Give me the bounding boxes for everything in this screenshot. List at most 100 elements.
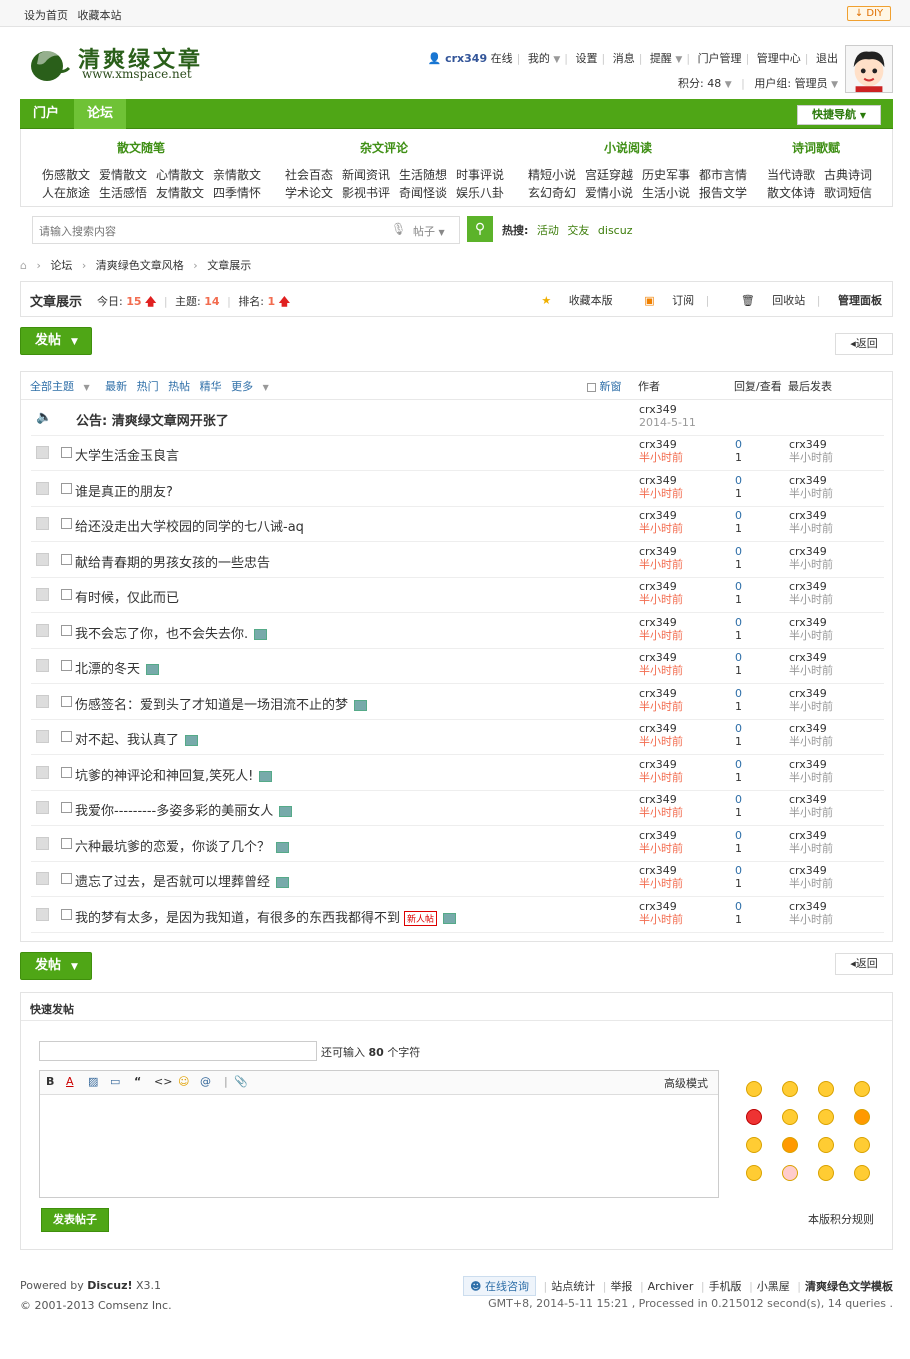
admin-center-link[interactable]: 管理中心 [757, 52, 801, 65]
thread-icon[interactable] [36, 907, 49, 921]
subnav-link[interactable]: 歌词短信 [824, 186, 872, 200]
thread-checkbox[interactable] [61, 518, 72, 529]
paperclip-icon[interactable]: 📎 [234, 1075, 248, 1088]
breadcrumb-link[interactable]: 清爽绿色文章风格 [96, 259, 184, 272]
sad-smiley-icon[interactable] [782, 1081, 798, 1097]
subnav-link[interactable]: 精短小说 [528, 168, 576, 182]
attachment-image-icon[interactable]: ▭ [110, 1075, 120, 1088]
recycle-bin-button[interactable]: 🗑 回收站 [727, 294, 805, 307]
font-color-icon[interactable]: A [66, 1075, 74, 1088]
subnav-link[interactable]: 古典诗词 [824, 168, 872, 182]
submit-post-button[interactable]: 发表帖子 [41, 1208, 109, 1232]
subnav-heading[interactable]: 散文随笔 [117, 139, 165, 156]
checkbox[interactable] [587, 382, 596, 392]
new-post-button[interactable]: 发帖 ▼ [20, 327, 92, 355]
mobile-link[interactable]: 手机版 [709, 1280, 742, 1293]
subnav-link[interactable]: 友情散文 [156, 186, 204, 200]
subnav-link[interactable]: 报告文学 [699, 186, 747, 200]
table-row[interactable]: 六种最坑爹的恋爱，你谈了几个？ crx349 半小时前 0 1 crx349 半小时前 [31, 827, 884, 862]
subject-input[interactable] [39, 1041, 317, 1061]
thread-title[interactable]: 六种最坑爹的恋爱，你谈了几个？ [75, 836, 290, 855]
subnav-link[interactable]: 当代诗歌 [767, 168, 815, 182]
thread-title[interactable]: 有时候，仅此而已 [75, 587, 179, 606]
table-row[interactable]: 我爱你---------多姿多彩的美丽女人 crx349 半小时前 0 1 crx349 半… [31, 791, 884, 826]
new-window-toggle[interactable]: 新窗 [587, 378, 622, 394]
username-link[interactable]: crx349 [445, 52, 487, 65]
subnav-heading[interactable]: 小说阅读 [604, 139, 652, 156]
quick-nav-button[interactable]: 快捷导航 ▼ [797, 105, 881, 125]
shock-smiley-icon[interactable] [782, 1165, 798, 1181]
hot-search-link[interactable]: 交友 [567, 224, 589, 237]
image-icon[interactable]: ▨ [88, 1075, 98, 1088]
smiley-icon[interactable] [746, 1081, 762, 1097]
filter-latest[interactable]: 最新 [105, 380, 127, 393]
table-row[interactable]: 有时候，仅此而已 crx349 半小时前 0 1 crx349 半小时前 [31, 578, 884, 613]
thread-checkbox[interactable] [61, 589, 72, 600]
thread-icon[interactable] [36, 659, 49, 672]
subnav-link[interactable]: 新闻资讯 [342, 168, 390, 182]
thread-checkbox[interactable] [61, 482, 72, 494]
thread-icon[interactable] [36, 588, 49, 601]
smiley-icon[interactable] [818, 1081, 834, 1097]
thread-checkbox[interactable] [61, 766, 72, 778]
subnav-link[interactable]: 散文体诗 [767, 186, 815, 200]
breadcrumb-current[interactable]: 文章展示 [207, 259, 251, 272]
thread-checkbox[interactable] [61, 908, 72, 920]
filter-more[interactable]: 更多 ▼ [231, 380, 275, 393]
thread-checkbox[interactable] [61, 731, 72, 742]
thread-icon[interactable] [36, 730, 49, 743]
at-icon[interactable]: @ [200, 1075, 211, 1088]
filter-hot[interactable]: 热门 [137, 380, 159, 393]
wink-smiley-icon[interactable] [782, 1137, 798, 1153]
subnav-link[interactable]: 伤感散文 [42, 168, 90, 182]
report-link[interactable]: 举报 [610, 1280, 632, 1293]
logo-icon[interactable] [27, 44, 73, 84]
favorite-forum-button[interactable]: ★ 收藏本版 [527, 294, 612, 307]
user-group-menu[interactable]: 用户组: 管理员 [754, 77, 827, 90]
bold-icon[interactable]: B [46, 1075, 54, 1088]
subnav-link[interactable]: 生活随想 [399, 168, 447, 182]
tongue-smiley-icon[interactable] [854, 1109, 870, 1125]
subnav-link[interactable]: 人在旅途 [42, 186, 90, 200]
thread-checkbox[interactable] [61, 802, 72, 813]
forum-credit-rules-link[interactable]: 本版积分规则 [808, 1211, 874, 1227]
forum-title[interactable]: 文章展示 [30, 291, 82, 310]
filter-hot-threads[interactable]: 热帖 [168, 380, 190, 393]
table-row[interactable]: 坑爹的神评论和神回复,笑死人! crx349 半小时前 0 1 crx349 半小时前 [31, 756, 884, 791]
portal-mgmt-link[interactable]: 门户管理 [698, 52, 742, 65]
thread-title[interactable]: 我爱你---------多姿多彩的美丽女人 [75, 800, 293, 819]
table-row[interactable]: 我不会忘了你，也不会失去你. crx349 半小时前 0 1 crx349 半小时前 [31, 614, 884, 649]
points-menu[interactable]: 积分: 48 [678, 77, 721, 90]
search-button[interactable]: ⚲ [467, 216, 493, 242]
subnav-link[interactable]: 爱情散文 [99, 168, 147, 182]
tab-portal[interactable]: 门户 [20, 99, 72, 129]
filter-all[interactable]: 全部主题 ▼ [30, 380, 96, 393]
remind-menu[interactable]: 提醒 [650, 52, 672, 65]
table-row[interactable]: 伤感签名：爱到头了才知道是一场泪流不止的梦 crx349 半小时前 0 1 crx349 半… [31, 685, 884, 720]
subscribe-button[interactable]: ▣ 订阅 [630, 294, 694, 307]
thread-icon[interactable] [36, 481, 49, 495]
message-editor[interactable]: B A ▨ ▭ “ <> ☺ @ | 📎 高级模式 [39, 1070, 719, 1198]
back-button-bottom[interactable]: ◂返回 [835, 953, 893, 975]
tab-forum[interactable]: 论坛 [74, 99, 127, 129]
thread-checkbox[interactable] [61, 837, 72, 849]
thread-checkbox[interactable] [61, 660, 72, 671]
announcement-row[interactable]: 🔈 公告: 清爽绿文章网开张了 crx349 2014-5-11 [31, 401, 884, 436]
thread-icon[interactable] [36, 801, 49, 814]
hot-search-link[interactable]: discuz [598, 224, 633, 237]
mine-menu[interactable]: 我的 [528, 52, 550, 65]
thread-title[interactable]: 伤感签名：爱到头了才知道是一场泪流不止的梦 [75, 694, 368, 713]
thread-checkbox[interactable] [61, 624, 72, 636]
confused-smiley-icon[interactable] [782, 1109, 798, 1125]
site-stats-link[interactable]: 站点统计 [551, 1280, 595, 1293]
subnav-link[interactable]: 宫廷穿越 [585, 168, 633, 182]
table-row[interactable]: 谁是真正的朋友? crx349 半小时前 0 1 crx349 半小时前 [31, 472, 884, 507]
template-link[interactable]: 清爽绿色文学模板 [805, 1280, 893, 1293]
hot-search-link[interactable]: 活动 [537, 224, 559, 237]
manage-panel-button[interactable]: 管理面板 [838, 294, 882, 307]
table-row[interactable]: 我的梦有太多，是因为我知道，有很多的东西我都得不到 新人帖 crx349 半小时前 0 1… [31, 898, 884, 933]
thread-title[interactable]: 给还没走出大学校园的同学的七八诫-aq [75, 516, 304, 535]
thread-icon[interactable] [36, 765, 49, 779]
subnav-heading[interactable]: 杂文评论 [360, 139, 408, 156]
thread-icon[interactable] [36, 694, 49, 708]
